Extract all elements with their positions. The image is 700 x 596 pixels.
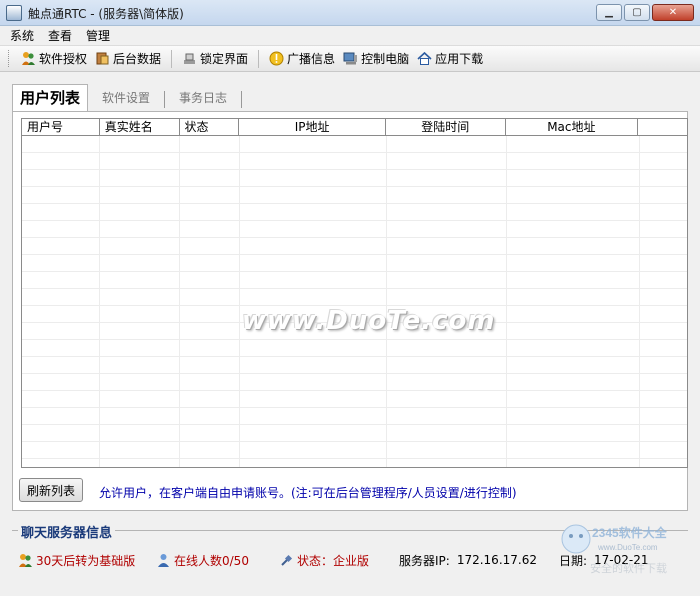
column-user-id[interactable]: 用户号: [22, 119, 100, 136]
column-ip-address[interactable]: IP地址: [239, 119, 386, 136]
toolbar: 软件授权 后台数据 锁定界面 广播信息 控制电脑 应用下载: [0, 45, 700, 72]
registration-hint: 允许用户，在客户端自由申请账号。(注:可在后台管理程序/人员设置/进行控制): [99, 486, 517, 500]
toolbar-separator: [258, 49, 260, 68]
title-bar: 触点通RTC - (服务器\简体版) ▁ ▢ ✕: [0, 0, 700, 26]
server-info-title: 聊天服务器信息: [18, 522, 116, 541]
lock-icon: [182, 51, 197, 66]
app-download-button[interactable]: 应用下载: [413, 48, 487, 70]
maximize-button[interactable]: ▢: [624, 4, 650, 21]
grid-line: [99, 136, 100, 467]
trial-status: 30天后转为基础版: [18, 552, 153, 569]
close-button[interactable]: ✕: [652, 4, 694, 21]
column-real-name[interactable]: 真实姓名: [100, 119, 180, 136]
edition-status-text: 状态：企业版: [297, 553, 370, 568]
tab-user-list[interactable]: 用户列表: [12, 84, 89, 112]
column-login-time[interactable]: 登陆时间: [386, 119, 506, 136]
lock-interface-button[interactable]: 锁定界面: [178, 48, 252, 70]
user-list-panel: 用户号 真实姓名 状态 IP地址 登陆时间 Mac地址 www.DuoTe.co…: [12, 111, 688, 511]
lock-interface-label: 锁定界面: [200, 52, 249, 66]
svg-text:2345软件大全: 2345软件大全: [592, 525, 668, 540]
backend-data-label: 后台数据: [113, 52, 162, 66]
software-license-label: 软件授权: [39, 52, 88, 66]
menu-view[interactable]: 查看: [48, 27, 72, 44]
backend-data-button[interactable]: 后台数据: [91, 48, 165, 70]
table-header: 用户号 真实姓名 状态 IP地址 登陆时间 Mac地址: [22, 119, 687, 136]
online-count: 在线人数0/50: [156, 552, 273, 569]
database-icon: [95, 51, 110, 66]
control-computer-button[interactable]: 控制电脑: [339, 48, 413, 70]
people-icon: [18, 553, 33, 568]
control-computer-label: 控制电脑: [361, 52, 410, 66]
software-license-button[interactable]: 软件授权: [17, 48, 91, 70]
grid-line: [506, 136, 507, 467]
minimize-button[interactable]: ▁: [596, 4, 622, 21]
window-title: 触点通RTC - (服务器\简体版): [28, 7, 184, 21]
column-filler: [638, 119, 687, 136]
column-status[interactable]: 状态: [180, 119, 240, 136]
app-download-label: 应用下载: [435, 52, 484, 66]
toolbar-grip[interactable]: [8, 50, 11, 67]
grid-line: [239, 136, 240, 467]
server-ip-value: 172.16.17.62: [456, 553, 537, 567]
toolbar-separator: [171, 49, 173, 68]
watermark-text: www.DuoTe.com: [242, 306, 496, 336]
trial-text: 30天后转为基础版: [36, 553, 136, 568]
server-ip-label: 服务器IP:: [399, 553, 450, 568]
corner-logo: 2345软件大全 www.DuoTe.com 安全的软件下载: [561, 524, 668, 575]
online-count-text: 在线人数0/50: [174, 553, 249, 568]
user-icon: [156, 553, 171, 568]
tab-transaction-log[interactable]: 事务日志: [165, 91, 243, 108]
server-ip: 服务器IP: 172.16.17.62: [399, 552, 537, 569]
tab-strip: 用户列表 软件设置 事务日志: [12, 84, 243, 112]
home-icon: [417, 51, 432, 66]
plug-icon: [279, 553, 294, 568]
people-icon: [21, 51, 36, 66]
edition-status: 状态：企业版: [279, 552, 396, 569]
refresh-list-button[interactable]: 刷新列表: [19, 478, 83, 502]
menu-system[interactable]: 系统: [10, 27, 34, 44]
tab-software-settings[interactable]: 软件设置: [88, 91, 166, 108]
menu-manage[interactable]: 管理: [86, 27, 110, 44]
column-mac-address[interactable]: Mac地址: [506, 119, 639, 136]
broadcast-info-button[interactable]: 广播信息: [265, 48, 339, 70]
broadcast-info-label: 广播信息: [287, 52, 336, 66]
app-icon: [6, 5, 22, 21]
grid-line: [179, 136, 180, 467]
table-body: www.DuoTe.com: [22, 136, 687, 467]
svg-text:www.DuoTe.com: www.DuoTe.com: [597, 543, 658, 552]
info-icon: [269, 51, 284, 66]
menu-bar: 系统 查看 管理: [0, 26, 700, 44]
computer-icon: [343, 51, 358, 66]
grid-line: [639, 136, 640, 467]
grid-line: [386, 136, 387, 467]
svg-text:安全的软件下载: 安全的软件下载: [590, 561, 667, 575]
user-table[interactable]: 用户号 真实姓名 状态 IP地址 登陆时间 Mac地址 www.DuoTe.co…: [21, 118, 688, 468]
